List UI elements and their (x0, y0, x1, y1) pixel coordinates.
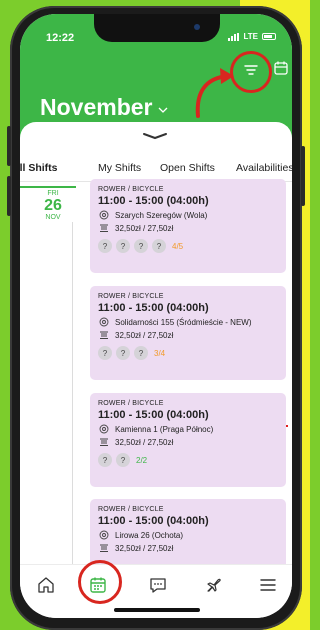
shift-rate: 32,50zł / 27,50zł (115, 437, 174, 447)
slot-avatar: ? (152, 239, 166, 253)
menu-icon (259, 576, 277, 599)
notch (94, 14, 220, 42)
month-label: November (40, 94, 153, 120)
annotation-circle-calendar (78, 560, 122, 604)
power-button (301, 146, 305, 206)
calendar-button[interactable] (273, 60, 292, 82)
rate-icon (98, 543, 110, 553)
timeline-line (72, 222, 73, 582)
plane-icon (205, 576, 223, 599)
day-weekday: FRI (47, 190, 59, 197)
shift-rate-row: 32,50zł / 27,50zł (98, 437, 286, 447)
signal-icon (228, 32, 240, 41)
day-month: NOV (45, 214, 61, 221)
slot-avatar: ? (116, 239, 130, 253)
tab-all-shifts[interactable]: All Shifts (20, 162, 76, 188)
slot-count: 3/4 (154, 348, 166, 358)
tab-availabilities[interactable]: Availabilities (236, 162, 292, 174)
shift-time: 11:00 - 15:00 (04:00h) (98, 302, 209, 314)
day-date: 26 (44, 197, 62, 214)
shift-location: Lirowa 26 (Ochota) (115, 530, 184, 540)
status-icons: LTE (228, 32, 276, 41)
tab-label: Open Shifts (160, 162, 215, 174)
shift-location-row: Solidarności 155 (Śródmieście - NEW) (98, 317, 286, 327)
shift-location: Solidarności 155 (Śródmieście - NEW) (115, 317, 252, 327)
volume-up-button (7, 126, 11, 166)
battery-icon (262, 33, 276, 40)
slot-avatar: ? (116, 453, 130, 467)
nav-travel[interactable] (202, 575, 226, 599)
location-pin-icon (98, 317, 110, 327)
tab-label: Availabilities (236, 162, 292, 174)
shift-card[interactable]: ROWER / BICYCLE 11:00 - 15:00 (04:00h) S… (90, 179, 286, 273)
shift-rate: 32,50zł / 27,50zł (115, 223, 174, 233)
shift-rate-row: 32,50zł / 27,50zł (98, 543, 286, 553)
slot-avatar: ? (134, 239, 148, 253)
shift-time: 11:00 - 15:00 (04:00h) (98, 195, 209, 207)
shift-location-row: Kamienna 1 (Praga Północ) (98, 424, 286, 434)
rate-icon (98, 223, 110, 233)
shift-rate: 32,50zł / 27,50zł (115, 330, 174, 340)
location-pin-icon (98, 424, 110, 434)
volume-down-button (7, 176, 11, 216)
slot-avatar: ? (116, 346, 130, 360)
shift-slots: ? ? ? 3/4 (98, 346, 286, 360)
network-label: LTE (243, 32, 258, 41)
shift-category: ROWER / BICYCLE (98, 400, 164, 407)
shift-time: 11:00 - 15:00 (04:00h) (98, 409, 209, 421)
shift-rate: 32,50zł / 27,50zł (115, 543, 174, 553)
shift-category: ROWER / BICYCLE (98, 186, 164, 193)
shift-location: Kamienna 1 (Praga Północ) (115, 424, 214, 434)
shift-location: Szarych Szeregów (Wola) (115, 210, 208, 220)
day-header: FRI 26 NOV (34, 190, 72, 221)
status-time: 12:22 (46, 32, 75, 44)
annotation-dot (286, 425, 288, 427)
shift-slots: ? ? ? ? 4/5 (98, 239, 286, 253)
shift-rate-row: 32,50zł / 27,50zł (98, 330, 286, 340)
shift-location-row: Lirowa 26 (Ochota) (98, 530, 286, 540)
rate-icon (98, 330, 110, 340)
location-pin-icon (98, 210, 110, 220)
slot-count: 2/2 (136, 455, 148, 465)
chevron-down-icon (158, 102, 168, 116)
app-screen: 12:22 LTE November All Shifts My Shift (20, 14, 292, 618)
tab-open-shifts[interactable]: Open Shifts (160, 162, 215, 174)
shift-rate-row: 32,50zł / 27,50zł (98, 223, 286, 233)
tab-active-indicator (20, 186, 76, 188)
location-pin-icon (98, 530, 110, 540)
annotation-circle-filter (230, 51, 272, 93)
nav-home[interactable] (34, 575, 58, 599)
tab-label: All Shifts (20, 162, 58, 174)
shift-category: ROWER / BICYCLE (98, 293, 164, 300)
nav-menu[interactable] (256, 575, 280, 599)
calendar-icon (273, 61, 289, 80)
camera-dot (194, 24, 200, 30)
tab-label: My Shifts (98, 162, 142, 174)
shift-card[interactable]: ROWER / BICYCLE 11:00 - 15:00 (04:00h) S… (90, 286, 286, 380)
slot-avatar: ? (98, 346, 112, 360)
rate-icon (98, 437, 110, 447)
home-indicator (114, 608, 200, 612)
slot-avatar: ? (98, 239, 112, 253)
chat-icon (149, 576, 167, 599)
slot-count: 4/5 (172, 241, 184, 251)
shift-location-row: Szarych Szeregów (Wola) (98, 210, 286, 220)
month-selector[interactable]: November (40, 94, 168, 121)
sheet-handle[interactable] (140, 132, 170, 140)
shift-time: 11:00 - 15:00 (04:00h) (98, 515, 209, 527)
tab-my-shifts[interactable]: My Shifts (98, 162, 141, 174)
slot-avatar: ? (98, 453, 112, 467)
shift-slots: ? ? 2/2 (98, 453, 286, 467)
nav-messages[interactable] (146, 575, 170, 599)
home-icon (37, 576, 55, 599)
shift-category: ROWER / BICYCLE (98, 506, 164, 513)
slot-avatar: ? (134, 346, 148, 360)
shift-card[interactable]: ROWER / BICYCLE 11:00 - 15:00 (04:00h) K… (90, 393, 286, 487)
